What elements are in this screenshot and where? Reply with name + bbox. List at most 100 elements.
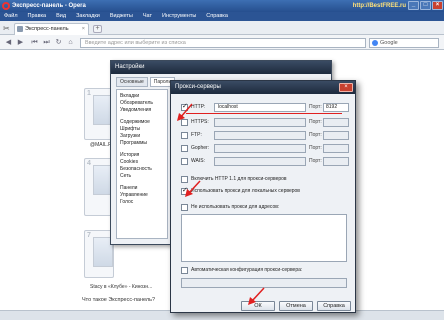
nav-item-content[interactable]: Содержимое bbox=[120, 119, 164, 126]
no-proxy-checkbox[interactable] bbox=[181, 204, 188, 211]
nav-item-voice[interactable]: Голос bbox=[120, 199, 164, 206]
cancel-button[interactable]: Отмена bbox=[279, 301, 313, 311]
back-icon[interactable]: ◀ bbox=[4, 38, 13, 47]
gopher-host-input[interactable] bbox=[214, 144, 306, 153]
no-proxy-list[interactable] bbox=[181, 214, 347, 262]
local-proxy-option: Использовать прокси для локальных сервер… bbox=[181, 186, 351, 196]
tab-label: Экспресс-панель bbox=[25, 26, 69, 32]
menu-edit[interactable]: Правка bbox=[28, 12, 47, 21]
nav-item-notifications[interactable]: Уведомления bbox=[120, 107, 164, 114]
menu-file[interactable]: Файл bbox=[4, 12, 18, 21]
https-port-label: Порт: bbox=[309, 119, 322, 125]
local-proxy-label: Использовать прокси для локальных сервер… bbox=[191, 188, 300, 194]
nav-item-fonts[interactable]: Шрифты bbox=[120, 126, 164, 133]
nav-item-downloads[interactable]: Загрузки bbox=[120, 133, 164, 140]
menu-view[interactable]: Вид bbox=[56, 12, 66, 21]
menu-help[interactable]: Справка bbox=[206, 12, 228, 21]
tab-speed-dial[interactable]: Экспресс-панель × bbox=[14, 23, 89, 35]
nav-item-control[interactable]: Управление bbox=[120, 192, 164, 199]
http-host-input[interactable]: localhost bbox=[214, 103, 306, 112]
speed-dial-icon bbox=[17, 26, 23, 32]
https-port-input[interactable] bbox=[323, 118, 349, 127]
ftp-label: FTP: bbox=[191, 132, 202, 138]
google-icon bbox=[372, 40, 378, 46]
tab-general[interactable]: Основные bbox=[116, 77, 148, 87]
nav-item-programs[interactable]: Программы bbox=[120, 140, 164, 147]
nav-item-history[interactable]: История bbox=[120, 152, 164, 159]
window-title-bar: Экспресс-панель - Opera http://BestFREE.… bbox=[0, 0, 444, 12]
gopher-label: Gopher: bbox=[191, 145, 210, 151]
nav-item-cookies[interactable]: Cookies bbox=[120, 159, 164, 166]
nav-item-network[interactable]: Сеть bbox=[120, 173, 164, 180]
settings-nav-list: Вкладки Обозреватель Уведомления Содержи… bbox=[116, 89, 168, 239]
http11-option: Включить HTTP 1.1 для прокси-серверов bbox=[181, 175, 351, 184]
menu-bookmarks[interactable]: Закладки bbox=[76, 12, 100, 21]
auto-config-label: Автоматическая конфигурация прокси-серве… bbox=[191, 267, 303, 273]
address-toolbar: ◀ ▶ ⏮ ⏭ ↻ ⌂ Введите адрес или выберите и… bbox=[0, 35, 444, 50]
ftp-port-label: Порт: bbox=[309, 132, 322, 138]
http-port-label: Порт: bbox=[309, 104, 322, 110]
nav-item-browser[interactable]: Обозреватель bbox=[120, 100, 164, 107]
menu-widgets[interactable]: Виджеты bbox=[110, 12, 133, 21]
new-tab-button[interactable]: + bbox=[93, 25, 102, 33]
wais-port-input[interactable] bbox=[323, 157, 349, 166]
wais-port-label: Порт: bbox=[309, 158, 322, 164]
search-engine-label: Google bbox=[380, 40, 398, 46]
proxy-title-text: Прокси-серверы bbox=[175, 84, 221, 90]
auto-config-option: Автоматическая конфигурация прокси-серве… bbox=[181, 266, 351, 275]
no-proxy-option: Не использовать прокси для адресов: bbox=[181, 203, 351, 212]
annotation-arrow-http-icon bbox=[177, 103, 193, 121]
settings-title: Настройки bbox=[111, 61, 331, 74]
reload-icon[interactable]: ↻ bbox=[54, 38, 63, 47]
annotation-underline bbox=[186, 113, 342, 114]
gopher-port-label: Порт: bbox=[309, 145, 322, 151]
opera-logo-icon bbox=[2, 2, 10, 10]
tab-close-icon[interactable]: × bbox=[82, 24, 85, 35]
nav-item-tabs[interactable]: Вкладки bbox=[120, 93, 164, 100]
close-button[interactable]: × bbox=[432, 1, 443, 10]
thumb-number: 1 bbox=[87, 90, 91, 97]
proxy-title: Прокси-серверы × bbox=[171, 81, 355, 94]
annotation-arrow-ok-icon bbox=[248, 287, 265, 305]
proxy-close-button[interactable]: × bbox=[339, 83, 353, 92]
minimize-button[interactable]: _ bbox=[408, 1, 419, 10]
ftp-host-input[interactable] bbox=[214, 131, 306, 140]
https-host-input[interactable] bbox=[214, 118, 306, 127]
wais-label: WAIS: bbox=[191, 158, 205, 164]
forward-icon[interactable]: ▶ bbox=[16, 38, 25, 47]
gopher-port-input[interactable] bbox=[323, 144, 349, 153]
menu-chat[interactable]: Чат bbox=[143, 12, 152, 21]
auto-config-checkbox[interactable] bbox=[181, 267, 188, 274]
nav-item-toolbars[interactable]: Панели bbox=[120, 185, 164, 192]
address-input[interactable]: Введите адрес или выберите из списка bbox=[80, 38, 366, 48]
proxy-row-gopher: Gopher: Порт: bbox=[181, 144, 349, 153]
help-button[interactable]: Справка bbox=[317, 301, 351, 311]
window-controls: _ □ × bbox=[408, 1, 443, 10]
ftp-checkbox[interactable] bbox=[181, 132, 188, 139]
ftp-port-input[interactable] bbox=[323, 131, 349, 140]
proxy-row-http: HTTP: localhost Порт: 8192 bbox=[181, 102, 349, 112]
annotation-arrow-local-icon bbox=[185, 180, 201, 197]
speed-dial-help-link[interactable]: Что такое Экспресс-панель? bbox=[82, 297, 155, 303]
rewind-icon[interactable]: ⏮ bbox=[30, 38, 39, 47]
proxy-row-ftp: FTP: Порт: bbox=[181, 131, 349, 140]
menu-tools[interactable]: Инструменты bbox=[162, 12, 196, 21]
home-icon[interactable]: ⌂ bbox=[66, 38, 75, 47]
settings-tabs: Основные Пароли bbox=[116, 77, 176, 87]
http-port-input[interactable]: 8192 bbox=[323, 103, 349, 112]
wais-host-input[interactable] bbox=[214, 157, 306, 166]
nav-item-security[interactable]: Безопасность bbox=[120, 166, 164, 173]
proxy-row-wais: WAIS: Порт: bbox=[181, 157, 349, 166]
watermark-site: http://BestFREE.ru bbox=[352, 3, 406, 9]
tools-icon[interactable]: ✂ bbox=[3, 24, 10, 33]
fast-forward-icon[interactable]: ⏭ bbox=[42, 38, 51, 47]
thumb-number: 4 bbox=[87, 160, 91, 167]
thumb-number: 7 bbox=[87, 232, 91, 239]
gopher-checkbox[interactable] bbox=[181, 145, 188, 152]
window-title: Экспресс-панель - Opera bbox=[12, 3, 86, 9]
thumb-caption: Stacy в «Клубе» - Кинозн... bbox=[90, 284, 153, 290]
search-input[interactable]: Google bbox=[369, 38, 439, 48]
wais-checkbox[interactable] bbox=[181, 158, 188, 165]
tab-bar: ✂ Экспресс-панель × + bbox=[0, 21, 444, 35]
maximize-button[interactable]: □ bbox=[420, 1, 431, 10]
